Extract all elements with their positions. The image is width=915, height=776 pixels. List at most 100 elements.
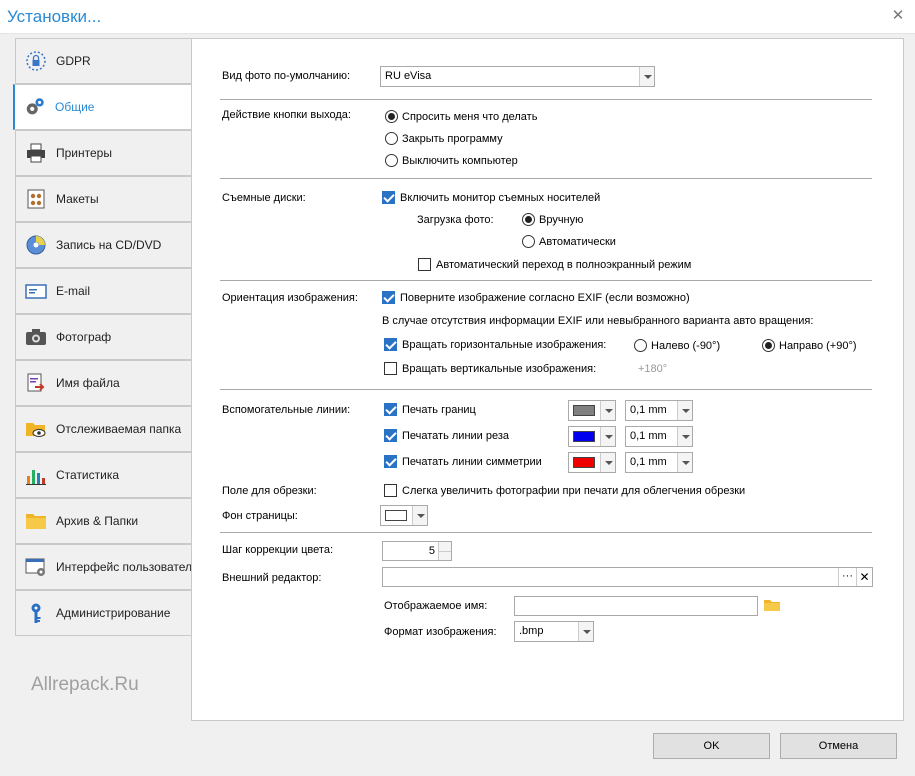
clear-icon[interactable]: ✕	[856, 568, 872, 586]
chevron-down-icon	[677, 453, 692, 472]
chevron-down-icon	[578, 622, 593, 641]
print-symmetry-checkbox[interactable]	[384, 455, 397, 468]
spinner-up-icon[interactable]	[438, 542, 451, 551]
divider	[220, 389, 872, 390]
trim-enlarge-checkbox[interactable]	[384, 484, 397, 497]
default-photo-select[interactable]: RU eVisa	[380, 66, 655, 87]
page-background-color-picker[interactable]	[380, 505, 428, 526]
divider	[220, 178, 872, 179]
sidebar-item-cd-dvd[interactable]: Запись на CD/DVD	[15, 222, 191, 268]
cut-lines-width-value: 0,1 mm	[630, 430, 667, 442]
divider	[220, 532, 872, 533]
exit-close-radio[interactable]	[385, 132, 398, 145]
cut-lines-color-picker[interactable]	[568, 426, 616, 447]
title-bar: Установки... ✕	[0, 0, 915, 34]
external-editor-input[interactable]: ··· ✕	[382, 567, 873, 587]
default-photo-label: Вид фото по-умолчанию:	[222, 70, 351, 82]
fullscreen-checkbox[interactable]	[418, 258, 431, 271]
cancel-button[interactable]: Отмена	[780, 733, 897, 759]
rotate-left-radio[interactable]	[634, 339, 647, 352]
image-format-label: Формат изображения:	[384, 626, 497, 638]
sidebar-item-label: Архив & Папки	[56, 514, 139, 528]
upload-auto-radio[interactable]	[522, 235, 535, 248]
upload-manual-label: Вручную	[539, 214, 584, 226]
display-name-label: Отображаемое имя:	[384, 600, 488, 612]
upload-photo-label: Загрузка фото:	[417, 214, 494, 226]
sidebar-item-photographer[interactable]: Фотограф	[15, 314, 191, 360]
print-cut-lines-checkbox[interactable]	[384, 429, 397, 442]
rotate-horizontal-checkbox[interactable]	[384, 338, 397, 351]
chevron-down-icon	[412, 506, 427, 525]
watermark: Allrepack.Ru	[31, 674, 139, 695]
rotate-right-radio[interactable]	[762, 339, 775, 352]
bar-chart-icon	[25, 464, 47, 486]
divider	[220, 280, 872, 281]
sidebar-item-archive[interactable]: Архив & Папки	[15, 498, 191, 544]
rotate-right-label: Направо (+90°)	[779, 340, 857, 352]
borders-width-select[interactable]: 0,1 mm	[625, 400, 693, 421]
exit-shutdown-radio[interactable]	[385, 154, 398, 167]
monitor-removable-checkbox[interactable]	[382, 191, 395, 204]
exit-ask-radio[interactable]	[385, 110, 398, 123]
window-title: Установки...	[7, 7, 102, 26]
sidebar-item-watched-folder[interactable]: Отслеживаемая папка	[15, 406, 191, 452]
sidebar-item-label: GDPR	[56, 54, 91, 68]
sidebar-item-file-name[interactable]: Имя файла	[15, 360, 191, 406]
layouts-icon	[25, 188, 47, 210]
exit-ask-label: Спросить меня что делать	[402, 111, 538, 123]
chevron-down-icon	[600, 453, 615, 472]
exit-shutdown-label: Выключить компьютер	[402, 155, 518, 167]
cut-lines-width-select[interactable]: 0,1 mm	[625, 426, 693, 447]
printer-icon	[25, 142, 47, 164]
color-swatch	[573, 457, 595, 468]
ok-button[interactable]: OK	[653, 733, 770, 759]
rotate-vertical-checkbox[interactable]	[384, 362, 397, 375]
color-swatch	[573, 431, 595, 442]
ui-settings-icon	[25, 556, 47, 578]
symmetry-color-picker[interactable]	[568, 452, 616, 473]
spinner-down-icon[interactable]	[438, 551, 451, 560]
disc-icon	[25, 234, 47, 256]
rotate-horizontal-label: Вращать горизонтальные изображения:	[402, 339, 607, 351]
print-borders-checkbox[interactable]	[384, 403, 397, 416]
trim-enlarge-label: Слегка увеличить фотографии при печати д…	[402, 485, 746, 497]
chevron-down-icon	[677, 401, 692, 420]
color-swatch	[385, 510, 407, 521]
sidebar-item-label: Макеты	[56, 192, 99, 206]
default-photo-value: RU eVisa	[385, 70, 432, 82]
orientation-note: В случае отсутствия информации EXIF или …	[382, 315, 814, 327]
folder-icon[interactable]	[764, 598, 781, 615]
symmetry-width-select[interactable]: 0,1 mm	[625, 452, 693, 473]
sidebar-item-email[interactable]: E-mail	[15, 268, 191, 314]
color-step-spinner[interactable]: 5	[382, 541, 452, 561]
sidebar-item-general[interactable]: Общие	[13, 84, 191, 130]
close-icon[interactable]: ✕	[889, 7, 907, 25]
color-swatch	[573, 405, 595, 416]
sidebar-item-statistics[interactable]: Статистика	[15, 452, 191, 498]
rotate-vertical-label: Вращать вертикальные изображения:	[402, 363, 597, 375]
borders-color-picker[interactable]	[568, 400, 616, 421]
color-step-label: Шаг коррекции цвета:	[222, 544, 333, 556]
browse-button[interactable]: ···	[838, 568, 856, 586]
upload-manual-radio[interactable]	[522, 213, 535, 226]
sidebar-item-administration[interactable]: Администрирование	[15, 590, 191, 636]
sidebar-item-gdpr[interactable]: GDPR	[15, 38, 191, 84]
sidebar-item-user-interface[interactable]: Интерфейс пользователя	[15, 544, 199, 590]
page-background-label: Фон страницы:	[222, 510, 298, 522]
orientation-label: Ориентация изображения:	[222, 292, 358, 304]
envelope-icon	[25, 280, 47, 302]
image-format-value: .bmp	[519, 625, 544, 637]
file-rename-icon	[25, 372, 47, 394]
image-format-select[interactable]: .bmp	[514, 621, 594, 642]
fullscreen-label: Автоматический переход в полноэкранный р…	[436, 259, 692, 271]
monitor-removable-label: Включить монитор съемных носителей	[400, 192, 601, 204]
exit-action-label: Действие кнопки выхода:	[222, 109, 351, 121]
sidebar-item-label: Отслеживаемая папка	[56, 422, 182, 436]
sidebar-item-label: Статистика	[56, 468, 120, 482]
sidebar-item-printers[interactable]: Принтеры	[15, 130, 191, 176]
print-symmetry-label: Печатать линии симметрии	[402, 456, 542, 468]
exif-rotate-checkbox[interactable]	[382, 291, 395, 304]
display-name-input[interactable]	[514, 596, 758, 616]
external-editor-label: Внешний редактор:	[222, 572, 322, 584]
sidebar-item-layouts[interactable]: Макеты	[15, 176, 191, 222]
